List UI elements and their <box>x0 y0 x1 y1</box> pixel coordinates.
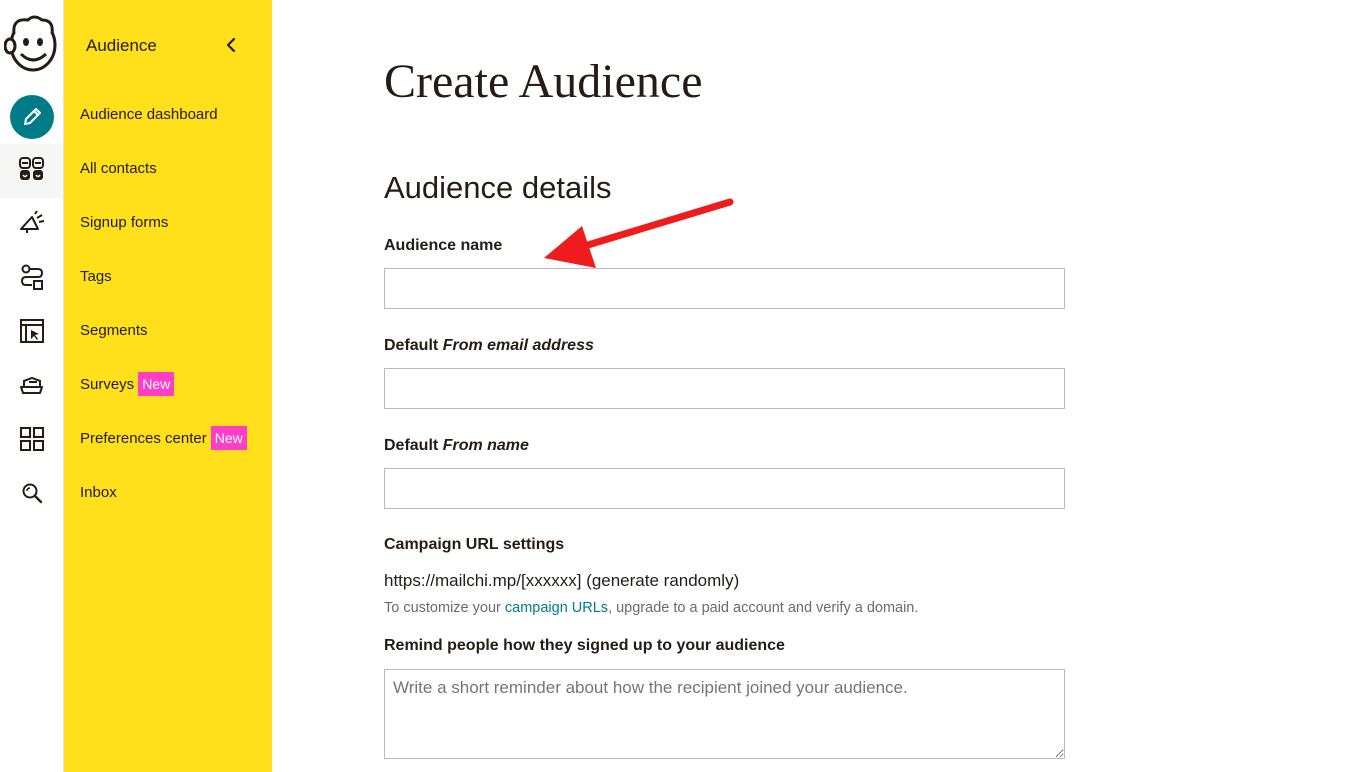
reminder-textarea[interactable] <box>384 669 1065 759</box>
subnav-item-label: Signup forms <box>80 213 169 231</box>
automations-icon <box>18 263 46 296</box>
subnav-item-signup-forms[interactable]: Signup forms <box>64 195 272 249</box>
campaign-url-label: Campaign URL settings <box>384 536 565 553</box>
subnav-item-segments[interactable]: Segments <box>64 303 272 357</box>
icon-rail <box>0 0 64 772</box>
subnav-item-label: Inbox <box>80 483 117 501</box>
help-text-before: To customize your <box>384 600 505 616</box>
subnav-item-label: Preferences center <box>80 429 207 447</box>
from-name-input[interactable] <box>384 468 1065 509</box>
subnav-item-label: Segments <box>80 321 148 339</box>
section-title: Audience details <box>384 170 612 205</box>
search-icon <box>20 481 44 510</box>
new-badge: New <box>210 426 247 450</box>
collapse-chevron-left-icon[interactable] <box>222 34 240 56</box>
subnav-item-label: All contacts <box>80 159 157 177</box>
audience-subnav: Audience Audience dashboard All contacts… <box>64 0 272 772</box>
mailchimp-logo-icon[interactable] <box>3 12 60 74</box>
subnav-item-surveys[interactable]: Surveys New <box>64 357 272 411</box>
help-text-after: , upgrade to a paid account and verify a… <box>608 600 919 616</box>
from-email-label: Default From email address <box>384 337 594 355</box>
from-name-label-prefix: Default <box>384 437 439 454</box>
subnav-item-all-contacts[interactable]: All contacts <box>64 141 272 195</box>
new-badge: New <box>138 372 175 396</box>
subnav-item-label: Audience dashboard <box>80 105 218 123</box>
subnav-item-audience-dashboard[interactable]: Audience dashboard <box>64 87 272 141</box>
pencil-icon <box>9 95 54 139</box>
subnav-item-label: Tags <box>80 267 112 285</box>
integrations-grid-icon <box>18 425 46 458</box>
from-name-label: Default From name <box>384 437 529 455</box>
subnav-item-label: Surveys <box>80 375 135 393</box>
rail-website[interactable] <box>0 306 63 360</box>
from-name-label-italic: From name <box>442 437 529 454</box>
subnav-list: Audience dashboard All contacts Signup f… <box>64 87 272 519</box>
subnav-item-tags[interactable]: Tags <box>64 249 272 303</box>
rail-create[interactable] <box>0 90 63 144</box>
rail-search[interactable] <box>0 468 63 522</box>
website-icon <box>18 317 46 350</box>
campaign-url-value: https://mailchi.mp/[xxxxxx] (generate ra… <box>384 571 740 590</box>
audience-name-label: Audience name <box>384 237 503 254</box>
create-audience-form: Create Audience Audience details Audienc… <box>384 0 1084 772</box>
subnav-item-preferences-center[interactable]: Preferences center New <box>64 411 272 465</box>
mailchimp-app: Audience Audience dashboard All contacts… <box>0 0 1352 772</box>
subnav-item-inbox[interactable]: Inbox <box>64 465 272 519</box>
rail-campaigns[interactable] <box>0 198 63 252</box>
from-email-label-prefix: Default <box>384 337 439 354</box>
rail-integrations[interactable] <box>0 414 63 468</box>
content-studio-icon <box>18 371 46 404</box>
audience-name-input[interactable] <box>384 268 1065 309</box>
audience-icon <box>18 155 46 188</box>
rail-audience[interactable] <box>0 144 63 198</box>
reminder-label: Remind people how they signed up to your… <box>384 637 785 654</box>
rail-content[interactable] <box>0 360 63 414</box>
campaign-url-help: To customize your campaign URLs, upgrade… <box>384 600 918 616</box>
subnav-title: Audience <box>86 36 157 55</box>
from-email-label-italic: From email address <box>442 337 594 354</box>
page-title: Create Audience <box>384 55 703 108</box>
rail-automations[interactable] <box>0 252 63 306</box>
from-email-input[interactable] <box>384 368 1065 409</box>
megaphone-icon <box>18 209 46 242</box>
campaign-urls-link[interactable]: campaign URLs <box>505 600 608 616</box>
